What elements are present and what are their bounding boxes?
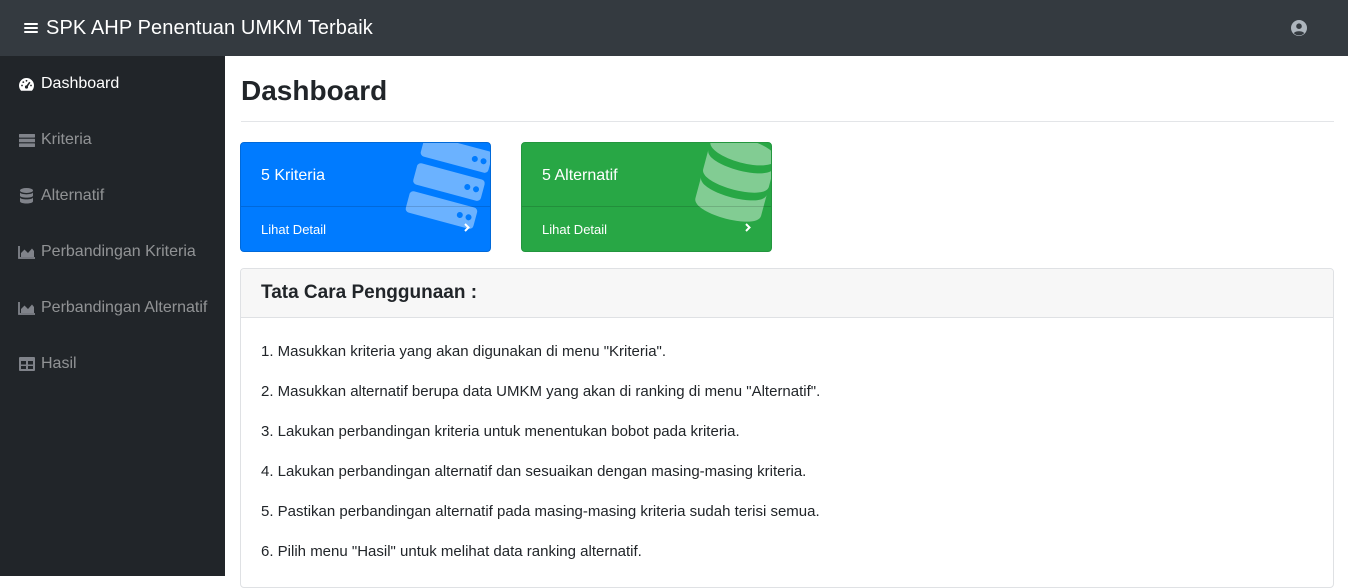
- database-icon: [18, 188, 35, 204]
- lihat-detail-link[interactable]: Lihat Detail: [522, 206, 771, 251]
- guide-body: 1. Masukkan kriteria yang akan digunakan…: [241, 318, 1333, 582]
- user-circle-icon[interactable]: [1291, 20, 1307, 36]
- guide-step: 3. Lakukan perbandingan kriteria untuk m…: [261, 423, 740, 440]
- sidebar-item-label: Hasil: [41, 355, 77, 372]
- table-icon: [18, 356, 35, 372]
- divider: [241, 121, 1334, 122]
- sidebar-toggle-icon[interactable]: [24, 21, 38, 35]
- server-icon: [18, 132, 35, 148]
- sidebar-item-perbandingan-kriteria[interactable]: Perbandingan Kriteria: [0, 224, 225, 280]
- sidebar-item-perbandingan-alternatif[interactable]: Perbandingan Alternatif: [0, 280, 225, 336]
- sidebar: Dashboard Kriteria Alternatif Perbanding…: [0, 56, 225, 576]
- lihat-detail-link[interactable]: Lihat Detail: [241, 206, 490, 251]
- area-chart-icon: [18, 244, 35, 260]
- guide-step: 6. Pilih menu "Hasil" untuk melihat data…: [261, 543, 642, 560]
- sidebar-item-label: Perbandingan Alternatif: [41, 299, 208, 316]
- guide-panel: Tata Cara Penggunaan : 1. Masukkan krite…: [240, 268, 1334, 588]
- alternatif-card: 5 Alternatif Lihat Detail: [521, 142, 772, 252]
- main-content: Dashboard 5 Kriteria Lihat Detail 5 Alte…: [225, 56, 1348, 588]
- sidebar-item-label: Dashboard: [41, 75, 120, 92]
- card-count: 5 Alternatif: [542, 167, 618, 184]
- sidebar-item-label: Perbandingan Kriteria: [41, 243, 196, 260]
- sidebar-item-hasil[interactable]: Hasil: [0, 336, 225, 392]
- guide-step: 5. Pastikan perbandingan alternatif pada…: [261, 503, 820, 520]
- sidebar-item-alternatif[interactable]: Alternatif: [0, 168, 225, 224]
- sidebar-item-kriteria[interactable]: Kriteria: [0, 112, 225, 168]
- guide-title: Tata Cara Penggunaan :: [241, 269, 1333, 318]
- guide-step: 1. Masukkan kriteria yang akan digunakan…: [261, 343, 667, 360]
- lihat-detail-label: Lihat Detail: [261, 221, 327, 237]
- guide-step: 2. Masukkan alternatif berupa data UMKM …: [261, 383, 821, 400]
- app-brand[interactable]: SPK AHP Penentuan UMKM Terbaik: [46, 17, 373, 40]
- page-title: Dashboard: [241, 75, 388, 106]
- card-count: 5 Kriteria: [261, 167, 326, 184]
- kriteria-card: 5 Kriteria Lihat Detail: [240, 142, 491, 252]
- sidebar-item-dashboard[interactable]: Dashboard: [0, 56, 225, 112]
- chevron-right-icon: [464, 223, 470, 232]
- chevron-right-icon: [745, 223, 751, 232]
- guide-step: 4. Lakukan perbandingan alternatif dan s…: [261, 463, 807, 480]
- sidebar-item-label: Alternatif: [41, 187, 105, 204]
- lihat-detail-label: Lihat Detail: [542, 221, 608, 237]
- tachometer-icon: [18, 76, 35, 92]
- top-navbar: SPK AHP Penentuan UMKM Terbaik: [0, 0, 1348, 56]
- sidebar-item-label: Kriteria: [41, 131, 92, 148]
- area-chart-icon: [18, 300, 35, 316]
